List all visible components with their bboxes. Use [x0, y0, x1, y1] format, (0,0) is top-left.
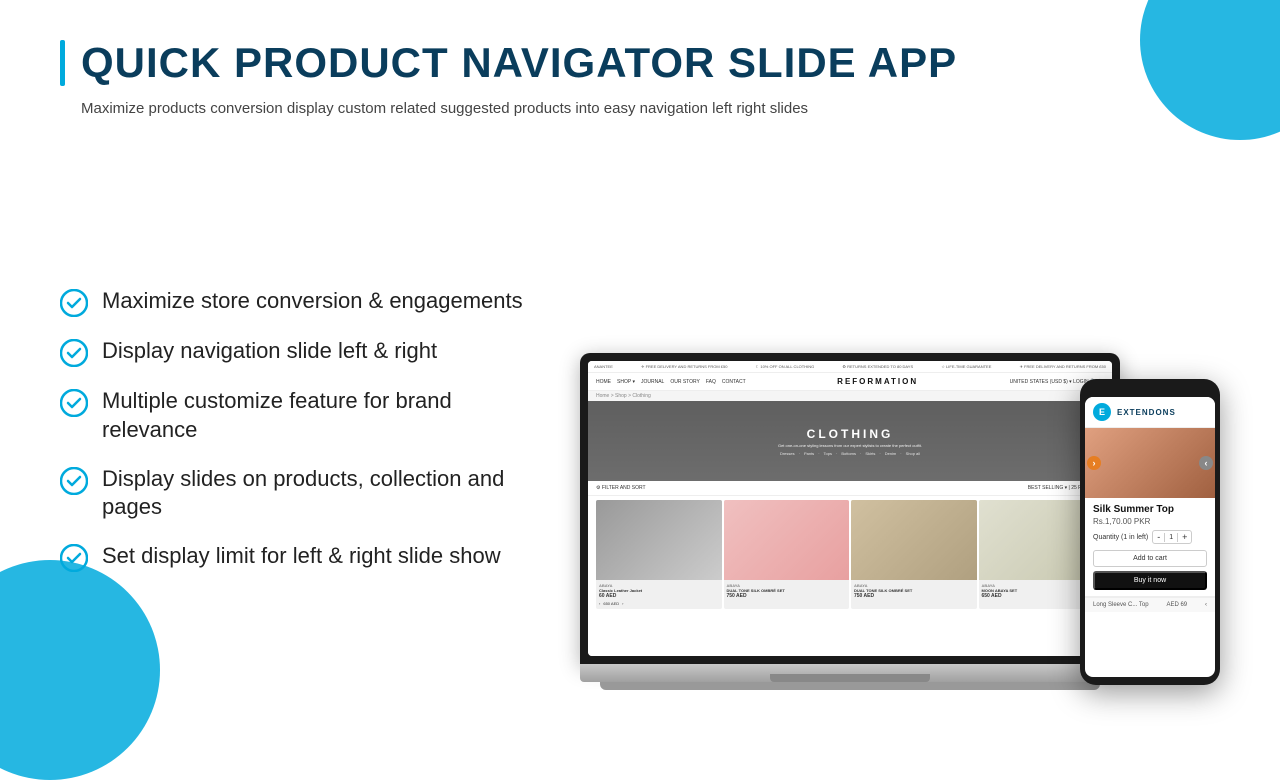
nav-ourstory: OUR STORY: [670, 379, 700, 385]
product-info-1: ABAYA Classic Leather Jacket 60 AED ‹650…: [596, 580, 722, 609]
website-nav: HOME SHOP ▾ JOURNAL OUR STORY FAQ CONTAC…: [588, 373, 1112, 391]
product-card-3: ABAYA DUAL TONE SILK OMBRÉ SET 750 AED: [851, 500, 977, 609]
phone-product-detail: Long Sleeve C... Top: [1093, 602, 1149, 608]
website-products-header: ⚙ FILTER AND SORT BEST SELLING ▾ | 25 PR…: [588, 481, 1112, 496]
check-icon-2: [60, 339, 88, 367]
title-accent-bar: [60, 40, 65, 86]
product-info-3: ABAYA DUAL TONE SILK OMBRÉ SET 750 AED: [851, 580, 977, 602]
website-hero-sub: Get one-on-one styling lessons from our …: [778, 443, 922, 448]
laptop-mockup: ANANTEE ✈ FREE DELIVERY AND RETURNS FROM…: [580, 353, 1120, 690]
website-products-grid: ABAYA Classic Leather Jacket 60 AED ‹650…: [588, 496, 1112, 613]
feature-item-3: Multiple customize feature for brand rel…: [60, 387, 540, 444]
website-logo: REFORMATION: [837, 377, 918, 386]
check-icon-3: [60, 389, 88, 417]
phone-qty-label: Quantity (1 in left): [1093, 534, 1148, 541]
feature-text-2: Display navigation slide left & right: [102, 337, 437, 366]
page-header: QUICK PRODUCT NAVIGATOR SLIDE APP Maximi…: [60, 40, 1220, 119]
feature-item-4: Display slides on products, collection a…: [60, 465, 540, 522]
website-topbar-delivery2: ✈ FREE DELIVERY AND RETURNS FROM £50: [1020, 364, 1106, 369]
phone-slide-title: Silk Summer Top: [1093, 504, 1207, 515]
website-topbar-text: ANANTEE: [594, 364, 613, 369]
feature-item-2: Display navigation slide left & right: [60, 337, 540, 367]
features-list: Maximize store conversion & engagements …: [60, 149, 540, 700]
check-icon-4: [60, 467, 88, 495]
website-hero: CLOTHING Get one-on-one styling lessons …: [588, 401, 1112, 481]
phone-slide-arrow-left[interactable]: ‹: [1205, 602, 1207, 608]
phone-qty-plus[interactable]: +: [1178, 531, 1191, 543]
website-nav-links: HOME SHOP ▾ JOURNAL OUR STORY FAQ CONTAC…: [596, 379, 746, 385]
website-topbar-guarantee: ☆ LIFE-TIME GUARANTEE: [941, 364, 991, 369]
nav-home: HOME: [596, 379, 611, 385]
phone-hero-image: › ‹: [1085, 428, 1215, 498]
product-card-2: ABAYA DUAL TONE SILK OMBRÉ SET 750 AED: [724, 500, 850, 609]
website-hero-links: Dresses · Pants · Tops · Bottoms · Skirt…: [780, 451, 920, 456]
phone-add-to-cart-button[interactable]: Add to cart: [1093, 550, 1207, 567]
phone-qty-row: Quantity (1 in left) - 1 +: [1093, 530, 1207, 544]
phone-qty-minus[interactable]: -: [1153, 531, 1164, 543]
nav-journal: JOURNAL: [641, 379, 664, 385]
phone-logo-icon: E: [1099, 407, 1105, 417]
website-breadcrumb: Home > Shop > Clothing: [588, 391, 1112, 401]
nav-faq: FAQ: [706, 379, 716, 385]
phone-slide-bottom: Long Sleeve C... Top AED 69 ‹: [1085, 597, 1215, 612]
nav-shop: SHOP ▾: [617, 379, 635, 385]
website-filter: ⚙ FILTER AND SORT: [596, 485, 646, 491]
feature-text-5: Set display limit for left & right slide…: [102, 542, 501, 571]
product-img-2: [724, 500, 850, 580]
phone-next-arrow[interactable]: ‹: [1199, 456, 1213, 470]
phone-screen: E EXTENDONS › ‹ S: [1085, 397, 1215, 677]
phone-buy-now-button[interactable]: Buy it now: [1093, 571, 1207, 590]
website-topbar-returns: ♻ RETURNS EXTENDED TO 80 DAYS: [842, 364, 913, 369]
phone-notch: [1130, 387, 1170, 393]
phone-qty-value: 1: [1164, 533, 1178, 542]
laptop-foot: [600, 682, 1100, 690]
phone-header: E EXTENDONS: [1085, 397, 1215, 428]
website-topbar-off: ☾ 10% OFF ON ALL CLOTHING: [756, 364, 815, 369]
phone-frame: E EXTENDONS › ‹ S: [1080, 379, 1220, 685]
laptop-base: [580, 664, 1120, 682]
devices-area: ANANTEE ✈ FREE DELIVERY AND RETURNS FROM…: [580, 149, 1220, 700]
phone-logo-circle: E: [1093, 403, 1111, 421]
phone-nav-arrows: › ‹: [1085, 456, 1215, 470]
feature-text-1: Maximize store conversion & engagements: [102, 287, 523, 316]
website-topbar: ANANTEE ✈ FREE DELIVERY AND RETURNS FROM…: [588, 361, 1112, 373]
product-img-1: [596, 500, 722, 580]
feature-item-5: Set display limit for left & right slide…: [60, 542, 540, 572]
page-subtitle: Maximize products conversion display cus…: [60, 98, 1220, 119]
feature-item-1: Maximize store conversion & engagements: [60, 287, 540, 317]
phone-slide-content: Silk Summer Top Rs.1,70.00 PKR Quantity …: [1085, 498, 1215, 597]
website-screenshot: ANANTEE ✈ FREE DELIVERY AND RETURNS FROM…: [588, 361, 1112, 656]
phone-product-price-aed: AED 69: [1166, 602, 1187, 608]
product-img-3: [851, 500, 977, 580]
website-topbar-delivery: ✈ FREE DELIVERY AND RETURNS FROM £50: [641, 364, 727, 369]
phone-brand-name: EXTENDONS: [1117, 408, 1176, 417]
check-icon-5: [60, 544, 88, 572]
check-icon-1: [60, 289, 88, 317]
website-hero-title: CLOTHING: [807, 427, 894, 441]
feature-text-3: Multiple customize feature for brand rel…: [102, 387, 540, 444]
phone-mockup: E EXTENDONS › ‹ S: [1080, 379, 1220, 685]
phone-prev-arrow[interactable]: ›: [1087, 456, 1101, 470]
phone-slide-price: Rs.1,70.00 PKR: [1093, 517, 1207, 526]
feature-text-4: Display slides on products, collection a…: [102, 465, 540, 522]
nav-contact: CONTACT: [722, 379, 746, 385]
page-title: QUICK PRODUCT NAVIGATOR SLIDE APP: [81, 40, 957, 86]
product-card-1: ABAYA Classic Leather Jacket 60 AED ‹650…: [596, 500, 722, 609]
product-info-2: ABAYA DUAL TONE SILK OMBRÉ SET 750 AED: [724, 580, 850, 602]
phone-qty-controls[interactable]: - 1 +: [1152, 530, 1192, 544]
